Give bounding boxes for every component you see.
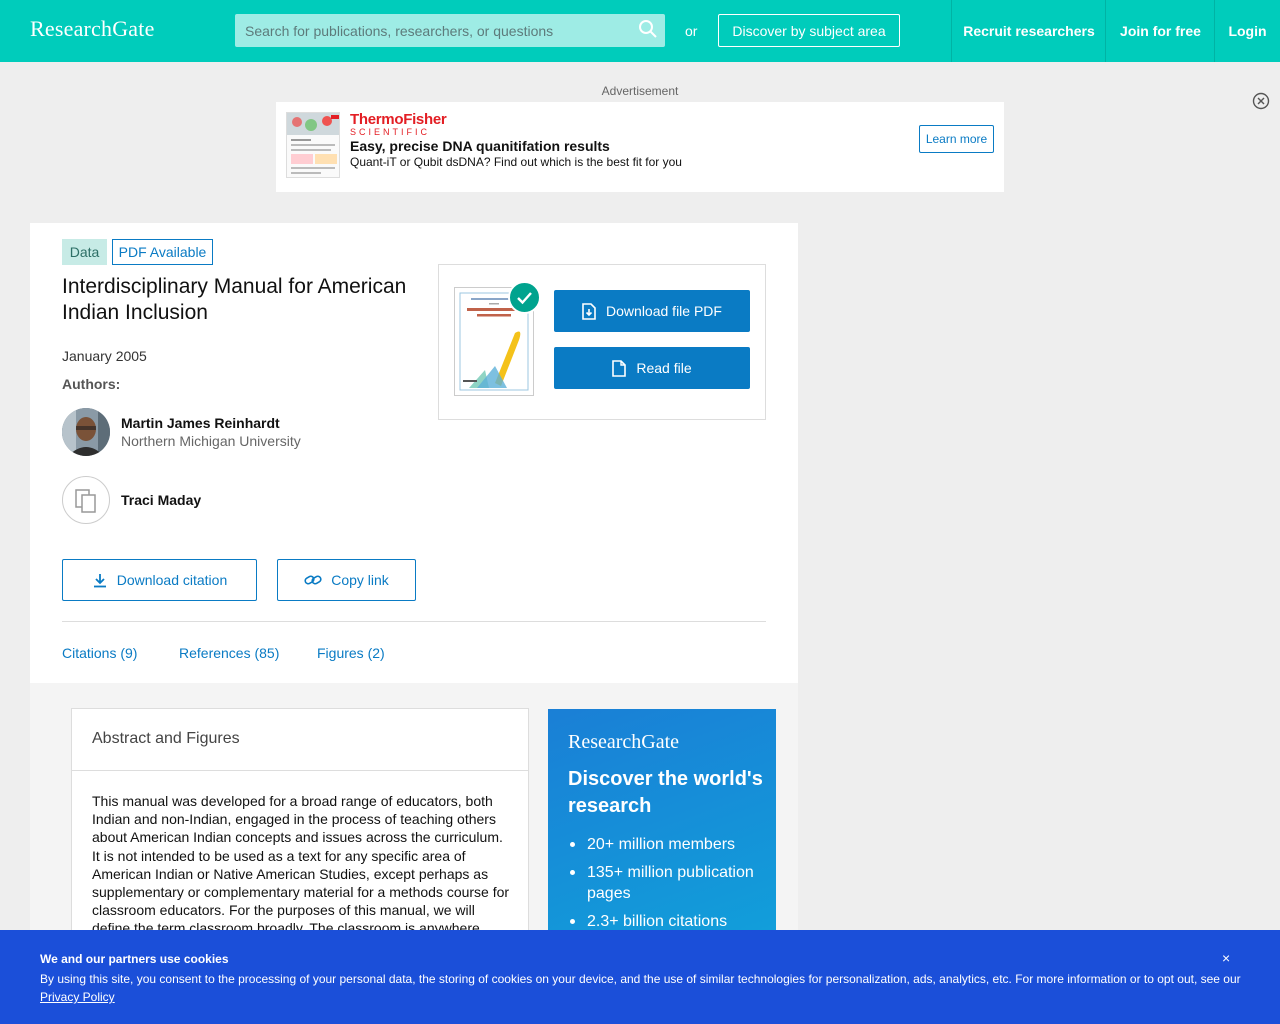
tabs-divider [62, 621, 766, 622]
read-file-button[interactable]: Read file [554, 347, 750, 389]
read-file-label: Read file [636, 360, 692, 376]
authors-label: Authors: [62, 376, 121, 392]
promo-stat-item: 20+ million members [568, 834, 768, 855]
or-text: or [685, 23, 698, 39]
thermofisher-logo: ThermoFisher SCIENTIFIC [350, 111, 447, 137]
nav-recruit-researchers[interactable]: Recruit researchers [951, 0, 1106, 62]
abstract-heading: Abstract and Figures [92, 730, 240, 747]
advertisement-banner[interactable]: ThermoFisher SCIENTIFIC Easy, precise DN… [276, 102, 1004, 192]
profile-placeholder-icon [75, 489, 96, 513]
tab-references[interactable]: References (85) [179, 645, 279, 661]
download-file-pdf-label: Download file PDF [606, 303, 722, 319]
author-name[interactable]: Traci Maday [121, 492, 201, 508]
link-icon [304, 575, 322, 585]
file-icon [612, 359, 627, 377]
cookie-text: By using this site, you consent to the p… [40, 970, 1250, 1006]
nav-join-for-free[interactable]: Join for free [1105, 0, 1215, 62]
copy-link-button[interactable]: Copy link [277, 559, 416, 601]
discover-by-subject-button[interactable]: Discover by subject area [718, 14, 900, 47]
tab-citations[interactable]: Citations (9) [62, 645, 137, 661]
author-avatar[interactable] [62, 408, 110, 456]
pdf-available-badge: PDF Available [112, 239, 213, 265]
ad-headline: Easy, precise DNA quanitifation results [350, 138, 610, 154]
tab-figures[interactable]: Figures (2) [317, 645, 385, 661]
advertisement-label: Advertisement [601, 84, 679, 98]
ad-learn-more-button[interactable]: Learn more [919, 125, 994, 153]
promo-stat-item: 2.3+ billion citations [568, 911, 768, 932]
data-badge: Data [62, 239, 107, 265]
nav-login[interactable]: Login [1214, 0, 1280, 62]
download-file-pdf-button[interactable]: Download file PDF [554, 290, 750, 332]
search-input[interactable] [235, 14, 630, 47]
promo-stats-list: 20+ million members 135+ million publica… [568, 834, 768, 939]
cookie-title: We and our partners use cookies [40, 952, 229, 966]
download-icon [93, 574, 106, 588]
copy-link-label: Copy link [331, 572, 389, 588]
close-icon[interactable]: × [1222, 950, 1236, 966]
researchgate-logo[interactable]: ResearchGate [30, 16, 155, 42]
cookie-body-text: By using this site, you consent to the p… [40, 972, 1241, 986]
publication-title: Interdisciplinary Manual for American In… [62, 275, 407, 324]
search-icon[interactable] [638, 19, 658, 39]
download-file-icon [582, 302, 596, 320]
close-ad-icon[interactable] [1252, 92, 1270, 110]
author-name[interactable]: Martin James Reinhardt [121, 415, 280, 431]
download-citation-button[interactable]: Download citation [62, 559, 257, 601]
promo-researchgate-logo: ResearchGate [568, 731, 680, 753]
privacy-policy-link[interactable]: Privacy Policy [40, 990, 115, 1004]
promo-stat-item: 135+ million publication pages [568, 862, 768, 904]
publication-date: January 2005 [62, 348, 147, 364]
promo-headline: Discover the world's research [568, 768, 763, 817]
abstract-text: This manual was developed for a broad ra… [92, 793, 510, 932]
abstract-divider [72, 770, 528, 771]
download-citation-label: Download citation [116, 572, 228, 588]
ad-thumbnail-image [286, 112, 340, 178]
author-placeholder-avatar[interactable] [62, 476, 110, 524]
author-institution[interactable]: Northern Michigan University [121, 433, 301, 449]
checkmark-icon [508, 281, 541, 314]
ad-subline: Quant-iT or Qubit dsDNA? Find out which … [350, 155, 682, 169]
